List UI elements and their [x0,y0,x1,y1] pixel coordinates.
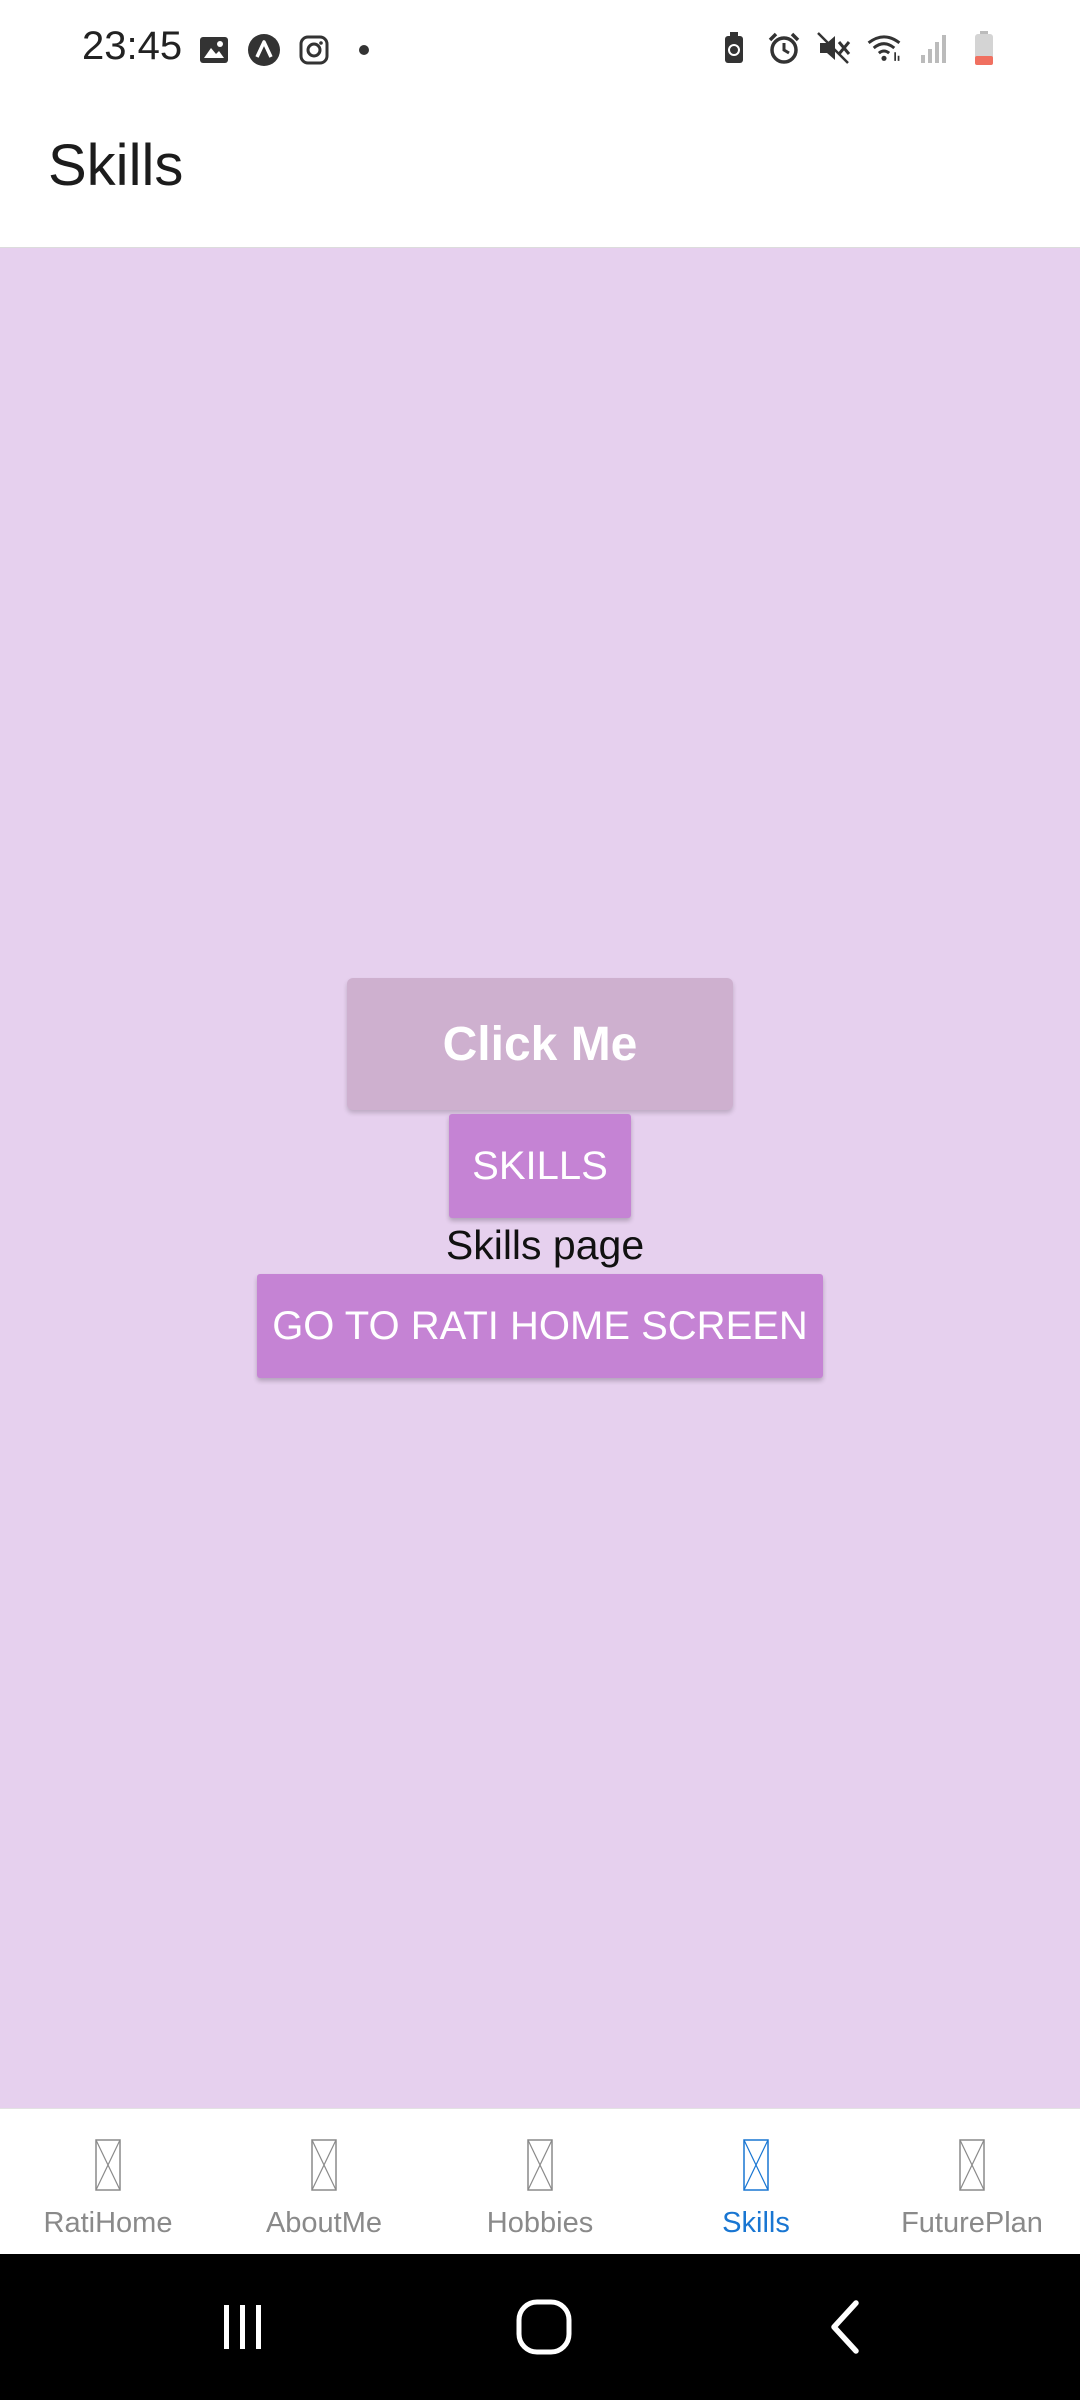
mute-icon [816,30,852,66]
system-navigation-bar [0,2254,1080,2400]
app-a-icon [246,32,282,68]
bottom-tab-bar: RatiHome AboutMe Hobbies Skills FuturePl… [0,2108,1080,2254]
alarm-icon [766,30,802,66]
tab-label: FuturePlan [901,2207,1043,2239]
battery-icon [966,30,1002,66]
tab-label: Hobbies [486,2207,594,2239]
instagram-icon [296,32,332,68]
home-icon[interactable] [504,2292,584,2362]
back-icon[interactable] [806,2292,886,2362]
tab-skills[interactable]: Skills [648,2109,864,2254]
status-time: 23:45 [82,24,183,68]
notification-icons [196,32,382,68]
tab-hobbies[interactable]: Hobbies [432,2109,648,2254]
tab-futureplan[interactable]: FuturePlan [864,2109,1080,2254]
system-status-icons [716,30,1002,66]
skills-page-text: Skills page [445,1222,645,1268]
wifi-icon [866,30,902,66]
image-icon [196,32,232,68]
signal-icon [916,30,952,66]
app-header: Skills [0,100,1080,248]
recents-icon[interactable] [202,2292,282,2362]
content-area: Click Me SKILLS Skills page GO TO RATI H… [0,248,1080,2108]
tab-label: AboutMe [265,2207,383,2239]
missing-glyph-icon [95,2139,121,2191]
missing-glyph-icon [311,2139,337,2191]
tab-label: Skills [722,2207,790,2239]
missing-glyph-icon [527,2139,553,2191]
dot-icon [346,32,382,68]
go-to-rati-home-button[interactable]: GO TO RATI HOME SCREEN [257,1274,823,1378]
tab-aboutme[interactable]: AboutMe [216,2109,432,2254]
page-title: Skills [48,133,184,198]
missing-glyph-icon [959,2139,985,2191]
click-me-button[interactable]: Click Me [347,978,733,1110]
missing-glyph-icon [743,2139,769,2191]
tab-ratihome[interactable]: RatiHome [0,2109,216,2254]
battery-saver-icon [716,30,752,66]
status-bar: 23:45 [0,0,1080,100]
skills-button[interactable]: SKILLS [449,1114,631,1218]
tab-label: RatiHome [43,2207,173,2239]
